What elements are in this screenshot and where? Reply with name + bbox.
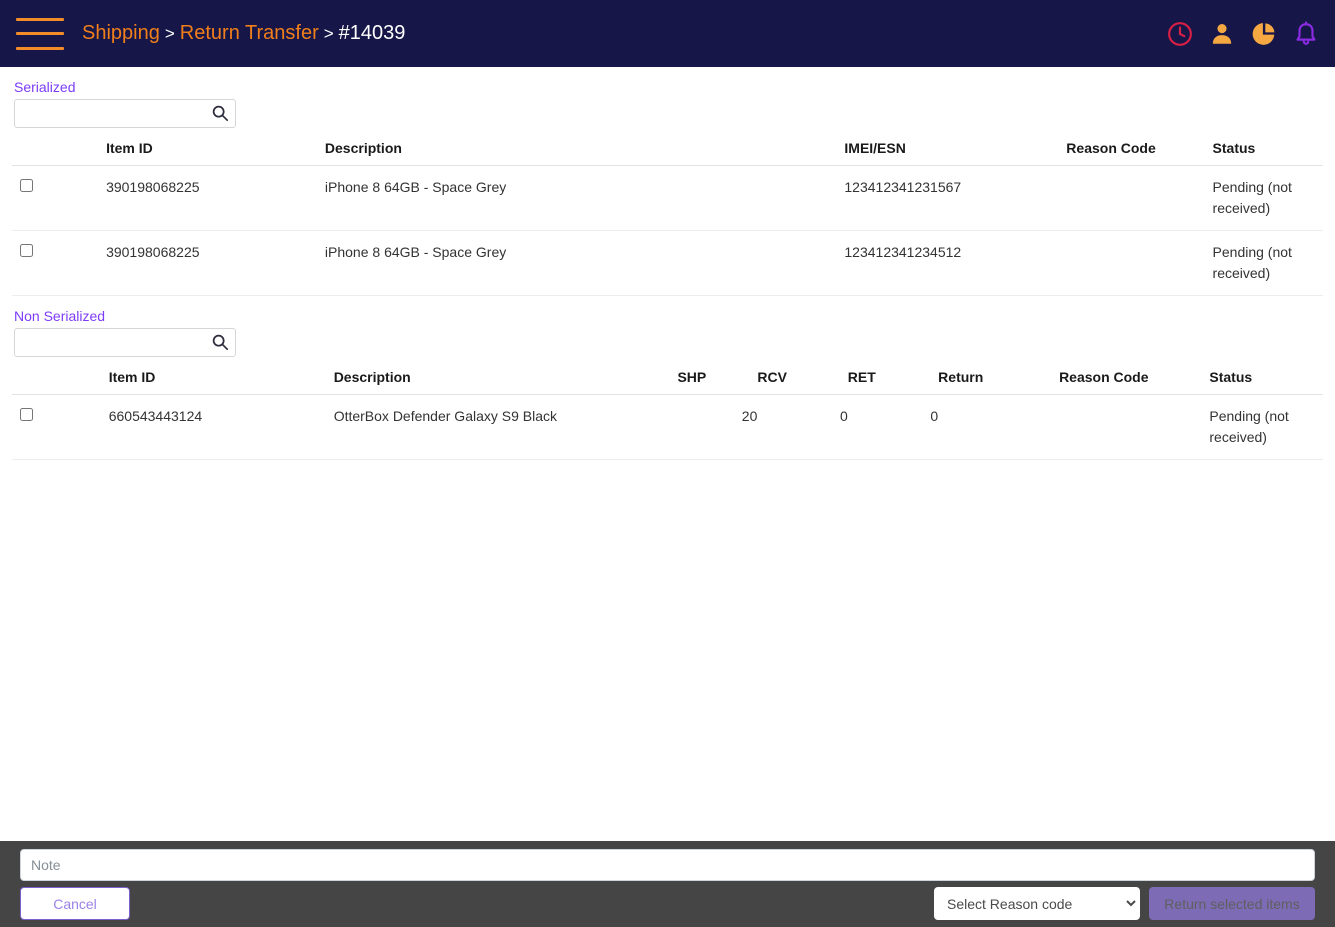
cell-description: iPhone 8 64GB - Space Grey xyxy=(324,230,845,296)
column-header-reason-code: Reason Code xyxy=(1059,369,1210,395)
hamburger-line xyxy=(16,17,64,21)
hamburger-line xyxy=(16,32,64,35)
cell-description: iPhone 8 64GB - Space Grey xyxy=(324,165,845,231)
non-serialized-search-wrapper xyxy=(14,328,236,357)
return-selected-items-button[interactable]: Return selected items xyxy=(1149,887,1315,920)
column-header-checkbox xyxy=(12,369,109,395)
non-serialized-section: Non Serialized Item ID Description SHP R… xyxy=(0,296,1335,460)
column-header-description: Description xyxy=(324,140,845,166)
cell-status: Pending (not received) xyxy=(1212,230,1323,296)
column-header-status: Status xyxy=(1209,369,1323,395)
row-checkbox[interactable] xyxy=(20,179,33,192)
breadcrumb-separator: > xyxy=(323,24,334,43)
bell-icon[interactable] xyxy=(1293,20,1319,48)
column-header-item-id: Item ID xyxy=(108,369,334,395)
column-header-imei-esn: IMEI/ESN xyxy=(844,140,1067,166)
clock-icon[interactable] xyxy=(1167,20,1193,48)
column-header-ret: RET xyxy=(847,369,939,395)
cell-return xyxy=(938,394,1060,460)
serialized-search-input[interactable] xyxy=(14,99,236,128)
row-checkbox[interactable] xyxy=(20,244,33,257)
serialized-search-wrapper xyxy=(14,99,236,128)
serialized-header-row: Item ID Description IMEI/ESN Reason Code… xyxy=(12,140,1323,166)
serialized-table: Item ID Description IMEI/ESN Reason Code… xyxy=(12,140,1323,296)
column-header-shp: SHP xyxy=(677,369,758,395)
non-serialized-table: Item ID Description SHP RCV RET Return R… xyxy=(12,369,1323,460)
breadcrumb-link-shipping[interactable]: Shipping xyxy=(82,22,160,45)
top-navigation-bar: Shipping > Return Transfer > #14039 xyxy=(0,0,1335,67)
hamburger-menu-icon[interactable] xyxy=(16,17,64,50)
cell-rcv: 0 xyxy=(757,394,848,460)
table-row: 660543443124 OtterBox Defender Galaxy S9… xyxy=(12,394,1323,460)
breadcrumb-current-id: #14039 xyxy=(338,22,406,44)
topbar-icon-group xyxy=(1167,0,1319,67)
search-icon[interactable] xyxy=(211,104,229,122)
column-header-item-id: Item ID xyxy=(106,140,325,166)
search-icon[interactable] xyxy=(211,333,229,351)
cell-item-id: 660543443124 xyxy=(108,394,334,460)
column-header-rcv: RCV xyxy=(757,369,848,395)
cell-reason-code xyxy=(1066,165,1213,231)
column-header-reason-code: Reason Code xyxy=(1066,140,1213,166)
cell-ret: 0 xyxy=(847,394,939,460)
pie-chart-icon[interactable] xyxy=(1251,20,1277,48)
serialized-table-body: 390198068225 iPhone 8 64GB - Space Grey … xyxy=(12,165,1323,296)
serialized-section-label: Serialized xyxy=(14,79,76,95)
cell-status: Pending (not received) xyxy=(1212,165,1323,231)
cell-imei-esn: 123412341231567 xyxy=(844,165,1067,231)
cell-imei-esn: 123412341234512 xyxy=(844,230,1067,296)
non-serialized-search-input[interactable] xyxy=(14,328,236,357)
table-row: 390198068225 iPhone 8 64GB - Space Grey … xyxy=(12,230,1323,296)
cell-reason-code xyxy=(1059,394,1210,460)
table-row: 390198068225 iPhone 8 64GB - Space Grey … xyxy=(12,165,1323,231)
serialized-table-head: Item ID Description IMEI/ESN Reason Code… xyxy=(12,140,1323,166)
cell-item-id: 390198068225 xyxy=(106,165,325,231)
hamburger-line xyxy=(16,46,64,50)
serialized-section: Serialized Item ID Description IMEI/ESN … xyxy=(0,67,1335,296)
footer-action-bar: Cancel Select Reason code Return selecte… xyxy=(0,841,1335,927)
main-content: Serialized Item ID Description IMEI/ESN … xyxy=(0,67,1335,460)
cell-description: OtterBox Defender Galaxy S9 Black xyxy=(333,394,678,460)
user-icon[interactable] xyxy=(1209,20,1235,48)
column-header-status: Status xyxy=(1212,140,1323,166)
breadcrumb: Shipping > Return Transfer > #14039 xyxy=(82,22,405,45)
column-header-checkbox xyxy=(12,140,107,166)
column-header-return: Return xyxy=(938,369,1060,395)
row-checkbox[interactable] xyxy=(20,408,33,421)
row-select-cell xyxy=(12,165,107,231)
breadcrumb-link-return-transfer[interactable]: Return Transfer xyxy=(180,22,319,45)
cell-item-id: 390198068225 xyxy=(106,230,325,296)
row-select-cell xyxy=(12,230,107,296)
reason-code-select[interactable]: Select Reason code xyxy=(934,887,1140,920)
cancel-button[interactable]: Cancel xyxy=(20,887,130,920)
non-serialized-section-label: Non Serialized xyxy=(14,308,106,324)
note-input[interactable] xyxy=(20,849,1315,881)
cell-reason-code xyxy=(1066,230,1213,296)
non-serialized-header-row: Item ID Description SHP RCV RET Return R… xyxy=(12,369,1323,395)
cell-shp: 20 xyxy=(677,394,758,460)
breadcrumb-separator: > xyxy=(164,24,175,43)
column-header-description: Description xyxy=(333,369,678,395)
non-serialized-table-body: 660543443124 OtterBox Defender Galaxy S9… xyxy=(12,394,1323,460)
cell-status: Pending (not received) xyxy=(1209,394,1323,460)
row-select-cell xyxy=(12,394,109,460)
non-serialized-table-head: Item ID Description SHP RCV RET Return R… xyxy=(12,369,1323,395)
